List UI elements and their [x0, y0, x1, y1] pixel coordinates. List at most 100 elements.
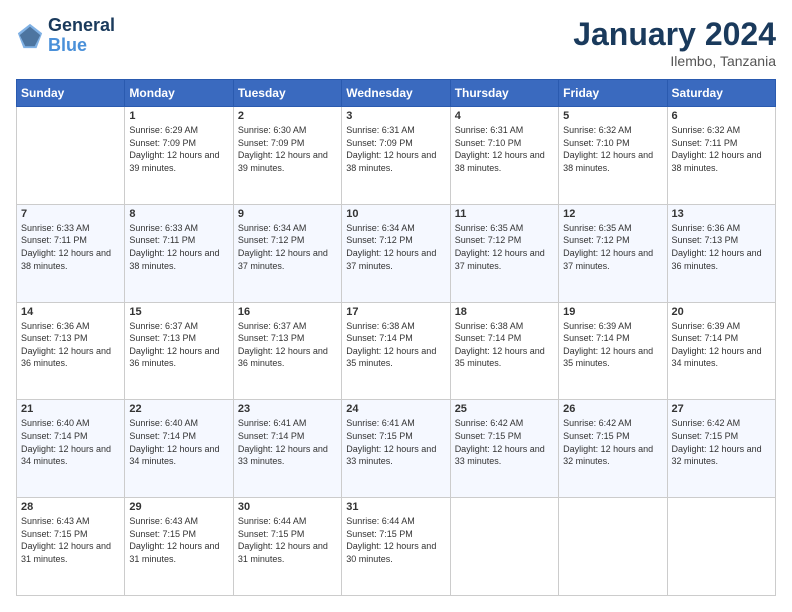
calendar-cell-0-2: 2Sunrise: 6:30 AMSunset: 7:09 PMDaylight…	[233, 107, 341, 205]
calendar-cell-4-6	[667, 498, 775, 596]
calendar-cell-3-2: 23 Sunrise: 6:41 AMSunset: 7:14 PMDayligh…	[233, 400, 341, 498]
calendar-cell-2-3: 17Sunrise: 6:38 AMSunset: 7:14 PMDayligh…	[342, 302, 450, 400]
calendar-cell-1-5: 12Sunrise: 6:35 AMSunset: 7:12 PMDayligh…	[559, 204, 667, 302]
day-number: 29	[129, 501, 228, 513]
cell-info: Sunrise: 6:36 AMSunset: 7:13 PMDaylight:…	[21, 320, 120, 370]
week-row-0: 1 Sunrise: 6:29 AMSunset: 7:09 PMDaylight…	[17, 107, 776, 205]
calendar-cell-1-3: 10 Sunrise: 6:34 AMSunset: 7:12 PMDayligh…	[342, 204, 450, 302]
cell-info: Sunrise: 6:40 AMSunset: 7:14 PMDaylight:…	[129, 417, 228, 467]
calendar-cell-1-6: 13Sunrise: 6:36 AMSunset: 7:13 PMDayligh…	[667, 204, 775, 302]
day-number: 18	[455, 306, 554, 318]
day-number: 10	[346, 208, 445, 220]
header-thursday: Thursday	[450, 80, 558, 107]
calendar-table: Sunday Monday Tuesday Wednesday Thursday…	[16, 79, 776, 596]
cell-info: Sunrise: 6:44 AMSunset: 7:15 PMDaylight:…	[346, 515, 445, 565]
day-number: 12	[563, 208, 662, 220]
calendar-header-row: Sunday Monday Tuesday Wednesday Thursday…	[17, 80, 776, 107]
cell-info: Sunrise: 6:40 AMSunset: 7:14 PMDaylight:…	[21, 417, 120, 467]
calendar-cell-3-4: 25Sunrise: 6:42 AMSunset: 7:15 PMDayligh…	[450, 400, 558, 498]
logo: General Blue	[16, 16, 115, 56]
day-number: 30	[238, 501, 337, 513]
header-monday: Monday	[125, 80, 233, 107]
day-number: 24	[346, 403, 445, 415]
day-number: 11	[455, 208, 554, 220]
calendar-cell-4-1: 29 Sunrise: 6:43 AMSunset: 7:15 PMDayligh…	[125, 498, 233, 596]
logo-text: General Blue	[48, 16, 115, 56]
day-number: 14	[21, 306, 120, 318]
day-number: 13	[672, 208, 771, 220]
day-number: 23	[238, 403, 337, 415]
header-saturday: Saturday	[667, 80, 775, 107]
cell-info: Sunrise: 6:32 AMSunset: 7:10 PMDaylight:…	[563, 124, 662, 174]
cell-info: Sunrise: 6:33 AMSunset: 7:11 PMDaylight:…	[21, 222, 120, 272]
calendar-cell-3-1: 22 Sunrise: 6:40 AMSunset: 7:14 PMDayligh…	[125, 400, 233, 498]
day-number: 31	[346, 501, 445, 513]
header-tuesday: Tuesday	[233, 80, 341, 107]
calendar-cell-4-5	[559, 498, 667, 596]
day-number: 9	[238, 208, 337, 220]
cell-info: Sunrise: 6:33 AMSunset: 7:11 PMDaylight:…	[129, 222, 228, 272]
day-number: 4	[455, 110, 554, 122]
cell-info: Sunrise: 6:42 AMSunset: 7:15 PMDaylight:…	[563, 417, 662, 467]
cell-info: Sunrise: 6:37 AMSunset: 7:13 PMDaylight:…	[129, 320, 228, 370]
day-number: 6	[672, 110, 771, 122]
calendar-cell-3-0: 21 Sunrise: 6:40 AMSunset: 7:14 PMDayligh…	[17, 400, 125, 498]
cell-info: Sunrise: 6:35 AMSunset: 7:12 PMDaylight:…	[455, 222, 554, 272]
calendar-cell-2-1: 15 Sunrise: 6:37 AMSunset: 7:13 PMDayligh…	[125, 302, 233, 400]
cell-info: Sunrise: 6:29 AMSunset: 7:09 PMDaylight:…	[129, 124, 228, 174]
cell-info: Sunrise: 6:41 AMSunset: 7:14 PMDaylight:…	[238, 417, 337, 467]
day-number: 19	[563, 306, 662, 318]
calendar-cell-0-3: 3Sunrise: 6:31 AMSunset: 7:09 PMDaylight…	[342, 107, 450, 205]
cell-info: Sunrise: 6:42 AMSunset: 7:15 PMDaylight:…	[455, 417, 554, 467]
calendar-cell-3-6: 27Sunrise: 6:42 AMSunset: 7:15 PMDayligh…	[667, 400, 775, 498]
calendar-cell-1-1: 8 Sunrise: 6:33 AMSunset: 7:11 PMDaylight…	[125, 204, 233, 302]
cell-info: Sunrise: 6:31 AMSunset: 7:10 PMDaylight:…	[455, 124, 554, 174]
page: General Blue January 2024 Ilembo, Tanzan…	[0, 0, 792, 612]
cell-info: Sunrise: 6:41 AMSunset: 7:15 PMDaylight:…	[346, 417, 445, 467]
calendar-cell-2-0: 14 Sunrise: 6:36 AMSunset: 7:13 PMDayligh…	[17, 302, 125, 400]
calendar-cell-4-4	[450, 498, 558, 596]
cell-info: Sunrise: 6:44 AMSunset: 7:15 PMDaylight:…	[238, 515, 337, 565]
calendar-cell-2-5: 19Sunrise: 6:39 AMSunset: 7:14 PMDayligh…	[559, 302, 667, 400]
cell-info: Sunrise: 6:38 AMSunset: 7:14 PMDaylight:…	[455, 320, 554, 370]
day-number: 22	[129, 403, 228, 415]
week-row-4: 28 Sunrise: 6:43 AMSunset: 7:15 PMDayligh…	[17, 498, 776, 596]
cell-info: Sunrise: 6:39 AMSunset: 7:14 PMDaylight:…	[672, 320, 771, 370]
day-number: 1	[129, 110, 228, 122]
day-number: 28	[21, 501, 120, 513]
header-friday: Friday	[559, 80, 667, 107]
calendar-cell-1-4: 11 Sunrise: 6:35 AMSunset: 7:12 PMDayligh…	[450, 204, 558, 302]
calendar-cell-0-5: 5 Sunrise: 6:32 AMSunset: 7:10 PMDaylight…	[559, 107, 667, 205]
logo-line1: General	[48, 16, 115, 36]
calendar-cell-2-2: 16 Sunrise: 6:37 AMSunset: 7:13 PMDayligh…	[233, 302, 341, 400]
header-wednesday: Wednesday	[342, 80, 450, 107]
calendar-cell-0-6: 6 Sunrise: 6:32 AMSunset: 7:11 PMDaylight…	[667, 107, 775, 205]
week-row-3: 21 Sunrise: 6:40 AMSunset: 7:14 PMDayligh…	[17, 400, 776, 498]
cell-info: Sunrise: 6:34 AMSunset: 7:12 PMDaylight:…	[346, 222, 445, 272]
day-number: 15	[129, 306, 228, 318]
cell-info: Sunrise: 6:31 AMSunset: 7:09 PMDaylight:…	[346, 124, 445, 174]
calendar-cell-4-3: 31 Sunrise: 6:44 AMSunset: 7:15 PMDayligh…	[342, 498, 450, 596]
calendar-cell-3-5: 26 Sunrise: 6:42 AMSunset: 7:15 PMDayligh…	[559, 400, 667, 498]
title-block: January 2024 Ilembo, Tanzania	[573, 16, 776, 69]
calendar-cell-0-0	[17, 107, 125, 205]
day-number: 16	[238, 306, 337, 318]
day-number: 8	[129, 208, 228, 220]
header-sunday: Sunday	[17, 80, 125, 107]
location: Ilembo, Tanzania	[573, 53, 776, 69]
cell-info: Sunrise: 6:43 AMSunset: 7:15 PMDaylight:…	[129, 515, 228, 565]
cell-info: Sunrise: 6:43 AMSunset: 7:15 PMDaylight:…	[21, 515, 120, 565]
day-number: 5	[563, 110, 662, 122]
calendar-cell-4-0: 28 Sunrise: 6:43 AMSunset: 7:15 PMDayligh…	[17, 498, 125, 596]
calendar-cell-4-2: 30 Sunrise: 6:44 AMSunset: 7:15 PMDayligh…	[233, 498, 341, 596]
day-number: 26	[563, 403, 662, 415]
calendar-cell-2-6: 20Sunrise: 6:39 AMSunset: 7:14 PMDayligh…	[667, 302, 775, 400]
day-number: 21	[21, 403, 120, 415]
calendar-cell-3-3: 24 Sunrise: 6:41 AMSunset: 7:15 PMDayligh…	[342, 400, 450, 498]
header: General Blue January 2024 Ilembo, Tanzan…	[16, 16, 776, 69]
cell-info: Sunrise: 6:32 AMSunset: 7:11 PMDaylight:…	[672, 124, 771, 174]
calendar-cell-0-1: 1 Sunrise: 6:29 AMSunset: 7:09 PMDaylight…	[125, 107, 233, 205]
day-number: 2	[238, 110, 337, 122]
cell-info: Sunrise: 6:37 AMSunset: 7:13 PMDaylight:…	[238, 320, 337, 370]
week-row-2: 14 Sunrise: 6:36 AMSunset: 7:13 PMDayligh…	[17, 302, 776, 400]
